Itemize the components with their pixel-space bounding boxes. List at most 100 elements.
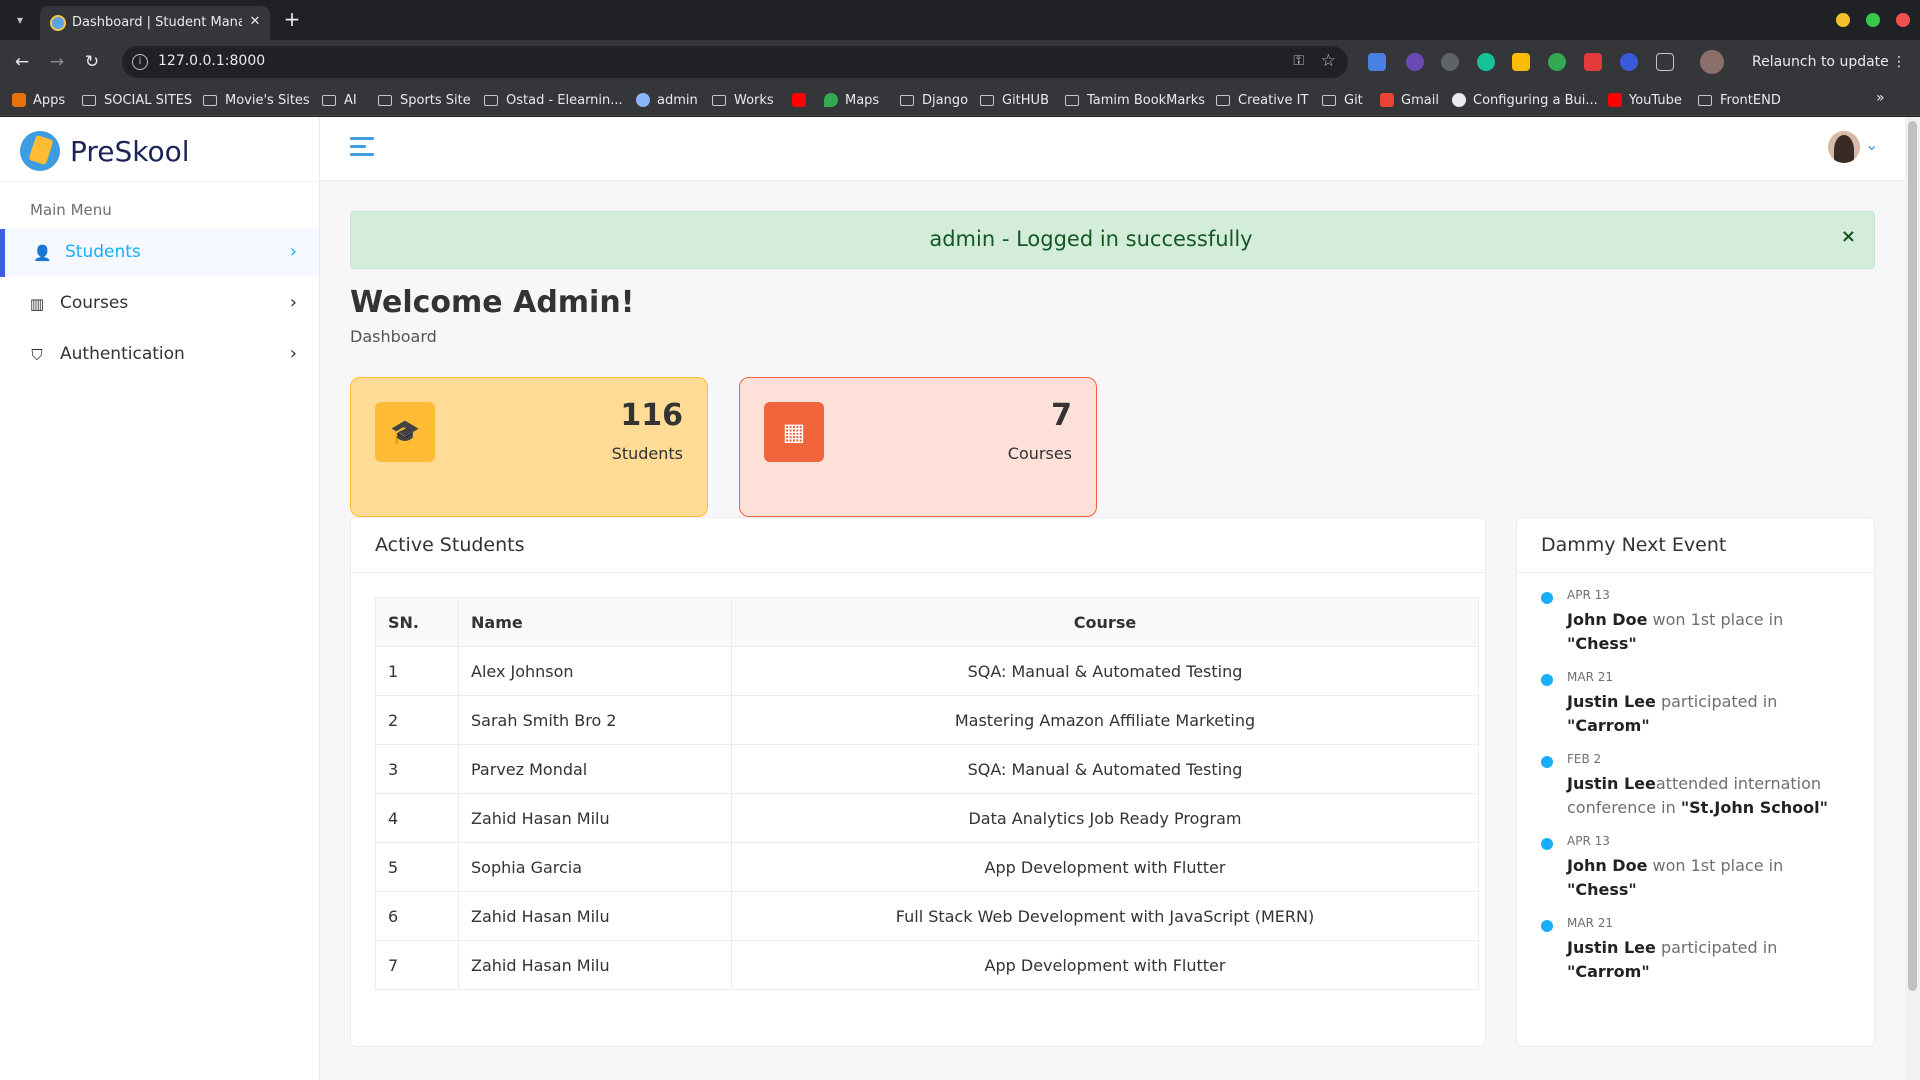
- reload-icon[interactable]: ↻: [80, 50, 104, 74]
- close-window-button[interactable]: [1896, 13, 1910, 27]
- minimize-button[interactable]: [1836, 13, 1850, 27]
- timeline-item: APR 13 John Doe won 1st place in "Chess": [1541, 588, 1851, 656]
- user-avatar[interactable]: [1828, 131, 1860, 163]
- event-text: Justin Lee participated in "Carrom": [1567, 938, 1778, 981]
- divider: [351, 572, 1485, 573]
- event-date: FEB 2: [1567, 752, 1602, 766]
- tab-title: Dashboard | Student Management: [72, 15, 242, 30]
- bookmarks-bar: Apps SOCIAL SITES Movie's Sites AI Sport…: [0, 84, 1920, 116]
- close-tab-icon[interactable]: ✕: [246, 13, 264, 31]
- bookmark-folder[interactable]: Tamim BookMarks: [1065, 91, 1205, 109]
- next-event-panel: Dammy Next Event APR 13 John Doe won 1st…: [1516, 517, 1875, 1047]
- relaunch-label: Relaunch to update: [1752, 54, 1889, 70]
- bookmark-folder[interactable]: FrontEND: [1698, 91, 1781, 109]
- bookmark-folder[interactable]: GitHUB: [980, 91, 1049, 109]
- folder-icon: [203, 94, 217, 106]
- event-text: Justin Lee participated in "Carrom": [1567, 692, 1778, 735]
- timeline-item: FEB 2 Justin Leeattended internation con…: [1541, 752, 1851, 820]
- cell-sn: 2: [375, 695, 459, 745]
- close-icon[interactable]: ×: [1841, 226, 1856, 247]
- folder-icon: [484, 94, 498, 106]
- chevron-down-icon[interactable]: ⌄: [1865, 135, 1878, 154]
- share-extension-icon[interactable]: [1441, 53, 1459, 71]
- translate-extension-icon[interactable]: [1368, 53, 1386, 71]
- student-icon: 🎓: [375, 402, 435, 462]
- bookmark-star-icon[interactable]: ☆: [1321, 51, 1336, 71]
- bookmark-folder[interactable]: Sports Site: [378, 91, 471, 109]
- column-header: SN.: [375, 597, 459, 647]
- bookmark-folder[interactable]: Movie's Sites: [203, 91, 310, 109]
- bookmark-folder[interactable]: AI: [322, 91, 357, 109]
- favicon-icon: [50, 15, 66, 31]
- timeline-dot: [1541, 920, 1553, 932]
- tab-list-icon[interactable]: ▾: [8, 8, 32, 32]
- alert-message: admin - Logged in successfully: [929, 227, 1253, 251]
- bookmark-link[interactable]: Maps: [824, 91, 879, 109]
- event-date: MAR 21: [1567, 916, 1613, 930]
- bookmark-link[interactable]: Configuring a Bui...: [1452, 91, 1598, 109]
- red-extension-icon[interactable]: [1584, 53, 1602, 71]
- more-menu-icon[interactable]: ⋮: [1892, 47, 1906, 77]
- logo-text: PreSkool: [70, 134, 190, 168]
- sidebar-item-students[interactable]: 👤 Students ›: [0, 229, 319, 277]
- folder-icon: [1698, 94, 1712, 106]
- maximize-button[interactable]: [1866, 13, 1880, 27]
- bookmark-folder[interactable]: Creative IT: [1216, 91, 1308, 109]
- bookmark-link[interactable]: Gmail: [1380, 91, 1439, 109]
- chevron-right-icon: ›: [289, 292, 297, 313]
- table-row: 2 Sarah Smith Bro 2 Mastering Amazon Affil…: [375, 695, 1479, 745]
- event-text: Justin Leeattended internation conferenc…: [1567, 774, 1828, 817]
- table-header-row: SN. Name Course: [375, 597, 1479, 647]
- sidebar-item-courses[interactable]: ▥ Courses ›: [0, 280, 319, 328]
- bookmark-link[interactable]: admin: [636, 91, 698, 109]
- bookmark-folder[interactable]: Git: [1322, 91, 1363, 109]
- building-icon: ▦: [764, 402, 824, 462]
- cell-name: Sarah Smith Bro 2: [458, 695, 732, 745]
- sidebar-item-label: Authentication: [60, 344, 185, 364]
- courses-stat-card: ▦ 7 Courses: [739, 377, 1097, 517]
- bookmark-link[interactable]: [792, 91, 813, 109]
- cell-course: Data Analytics Job Ready Program: [731, 793, 1479, 843]
- panel-title: Dammy Next Event: [1541, 534, 1727, 556]
- bookmark-link[interactable]: YouTube: [1608, 91, 1682, 109]
- blue-extension-icon[interactable]: [1620, 53, 1638, 71]
- logo-icon: [20, 131, 60, 171]
- forward-icon[interactable]: →: [45, 50, 69, 74]
- bookmark-apps[interactable]: Apps: [12, 91, 65, 109]
- timeline-dot: [1541, 592, 1553, 604]
- scrollbar-thumb[interactable]: [1908, 121, 1917, 991]
- extension-icon[interactable]: [1406, 53, 1424, 71]
- sidebar-item-authentication[interactable]: ⛉ Authentication ›: [0, 331, 319, 379]
- stat-value: 7: [1051, 398, 1072, 433]
- bookmark-folder[interactable]: Ostad - Elearnin...: [484, 91, 623, 109]
- chevron-right-icon: ›: [289, 241, 297, 262]
- bookmark-folder[interactable]: Works: [712, 91, 774, 109]
- android-extension-icon[interactable]: [1548, 53, 1566, 71]
- bookmark-folder[interactable]: SOCIAL SITES: [82, 91, 192, 109]
- graduation-icon: 👤: [33, 244, 52, 262]
- new-tab-button[interactable]: +: [280, 8, 304, 32]
- back-icon[interactable]: ←: [10, 50, 34, 74]
- browser-tab[interactable]: Dashboard | Student Management ✕: [40, 6, 270, 40]
- password-key-icon[interactable]: ⚿: [1293, 53, 1304, 69]
- cell-sn: 5: [375, 842, 459, 892]
- extensions-puzzle-icon[interactable]: [1656, 53, 1674, 71]
- table-row: 5 Sophia Garcia App Development with Flutt…: [375, 842, 1479, 892]
- browser-profile-avatar[interactable]: [1700, 50, 1724, 74]
- menu-toggle-icon[interactable]: [350, 137, 374, 159]
- folder-icon: [1216, 94, 1230, 106]
- address-bar[interactable]: i 127.0.0.1:8000 ⚿ ☆: [122, 46, 1348, 78]
- more-bookmarks-icon[interactable]: »: [1876, 90, 1885, 106]
- bookmark-folder[interactable]: Django: [900, 91, 968, 109]
- sidebar: PreSkool Main Menu 👤 Students › ▥ Course…: [0, 117, 320, 1080]
- timeline-item: MAR 21 Justin Lee participated in "Carro…: [1541, 916, 1851, 984]
- drive-extension-icon[interactable]: [1512, 53, 1530, 71]
- breadcrumb[interactable]: Dashboard: [350, 327, 437, 346]
- cell-course: App Development with Flutter: [731, 940, 1479, 990]
- page-scrollbar[interactable]: [1905, 117, 1920, 1080]
- relaunch-button[interactable]: Relaunch to update ⋮: [1738, 47, 1914, 77]
- site-info-icon[interactable]: i: [132, 54, 148, 70]
- event-date: MAR 21: [1567, 670, 1613, 684]
- grammarly-extension-icon[interactable]: [1477, 53, 1495, 71]
- logo[interactable]: PreSkool: [20, 131, 190, 171]
